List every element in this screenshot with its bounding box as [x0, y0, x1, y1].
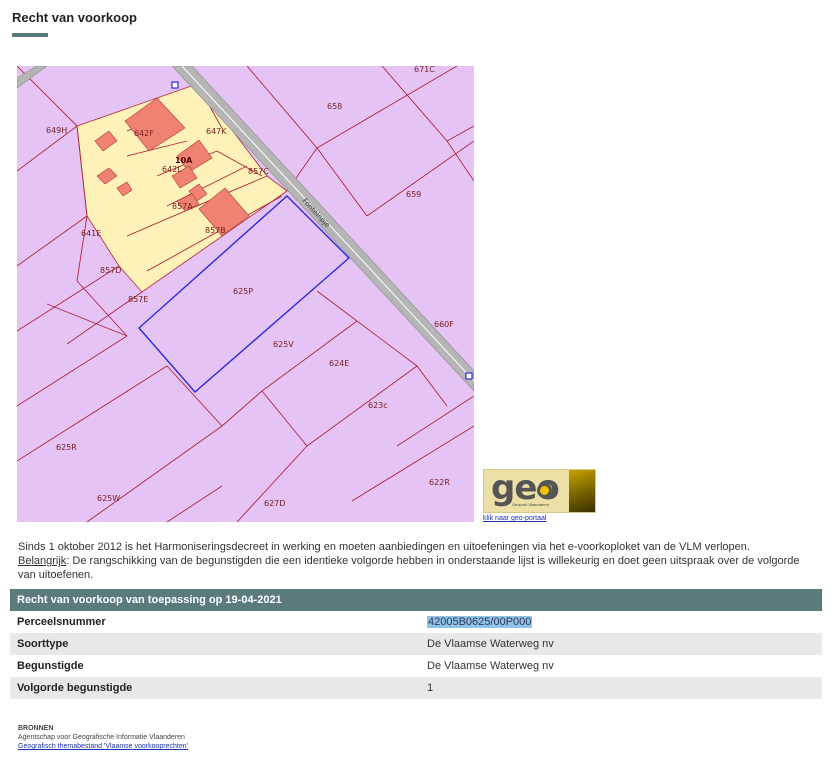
sources: BRONNEN Agentschap voor Geografische Inf…	[18, 724, 188, 751]
parcel-label: 625V	[273, 340, 294, 349]
parcel-label: 660F	[434, 320, 454, 329]
info-line-2: Belangrijk: De rangschikking van de begu…	[18, 554, 818, 582]
preemption-table: Recht van voorkoop van toepassing op 19-…	[10, 589, 822, 699]
parcel-label: 624E	[329, 359, 349, 368]
table-row: Soorttype De Vlaamse Waterweg nv	[10, 633, 822, 655]
parcel-label: 857B	[205, 226, 226, 235]
parcel-number-value[interactable]: 42005B0625/00P000	[427, 616, 533, 628]
row-key: Volgorde begunstigde	[17, 682, 133, 694]
parcel-label: 622R	[429, 478, 450, 487]
parcel-label: 659	[406, 190, 421, 199]
parcel-label: 641E	[81, 229, 101, 238]
parcel-label: 671C	[414, 66, 435, 74]
parcel-label: 625W	[97, 494, 120, 503]
parcel-label: 642F	[134, 129, 154, 138]
title-underline	[12, 33, 48, 37]
road-corner	[17, 66, 48, 89]
parcel-label: 658	[327, 102, 342, 111]
parcel-map[interactable]: 671C 658 649H 642F 647K 10A 642L 857C 65…	[17, 66, 474, 522]
important-text: : De rangschikking van de begunstigden d…	[18, 555, 800, 581]
geo-logo-stripe	[569, 470, 595, 512]
map-canvas: 671C 658 649H 642F 647K 10A 642L 857C 65…	[17, 66, 474, 522]
parcel-label: 649H	[46, 126, 67, 135]
parcel-label: 627D	[264, 499, 285, 508]
sources-agency: Agentschap voor Geografische Informatie …	[18, 734, 185, 741]
table-row: Begunstigde De Vlaamse Waterweg nv	[10, 655, 822, 677]
yard-area	[76, 83, 288, 293]
row-value[interactable]: 42005B0625/00P000	[427, 611, 822, 633]
sources-label: BRONNEN	[18, 725, 54, 732]
parcel-label: 623c	[368, 401, 388, 410]
row-value: De Vlaamse Waterweg nv	[427, 638, 554, 650]
parcel-label: 647K	[206, 127, 227, 136]
table-row: Perceelsnummer 42005B0625/00P000	[10, 611, 822, 633]
parcel-label: 857A	[172, 202, 193, 211]
page-title: Recht van voorkoop	[12, 10, 137, 25]
table-header: Recht van voorkoop van toepassing op 19-…	[10, 589, 822, 611]
row-value: De Vlaamse Waterweg nv	[427, 660, 554, 672]
geo-dot-icon	[537, 483, 552, 498]
info-line-1: Sinds 1 oktober 2012 is het Harmoniserin…	[18, 541, 750, 553]
row-key: Begunstigde	[17, 660, 84, 672]
row-value: 1	[427, 682, 434, 694]
parcel-label: 10A	[175, 156, 193, 165]
parcel-label: 857C	[248, 167, 269, 176]
important-label: Belangrijk	[18, 555, 67, 567]
parcel-label: 625R	[56, 443, 77, 452]
table-row: Volgorde begunstigde 1	[10, 677, 822, 699]
parcel-label: 642L	[162, 165, 182, 174]
sources-link[interactable]: Geografisch themabestand 'Vlaamse voorko…	[18, 743, 188, 750]
parcel-label: 857D	[100, 266, 121, 275]
geo-portal-link[interactable]: klik naar geo-portaal	[483, 515, 546, 522]
row-key: Perceelsnummer	[17, 616, 106, 628]
info-text: Sinds 1 oktober 2012 is het Harmoniserin…	[18, 540, 818, 582]
parcel-label: 625P	[233, 287, 253, 296]
geo-logo-subtext: Geopunt Vlaanderen	[512, 502, 549, 507]
geo-logo[interactable]: geo Geopunt Vlaanderen	[483, 469, 596, 513]
row-key: Soorttype	[17, 638, 69, 650]
parcel-label: 857E	[128, 295, 148, 304]
